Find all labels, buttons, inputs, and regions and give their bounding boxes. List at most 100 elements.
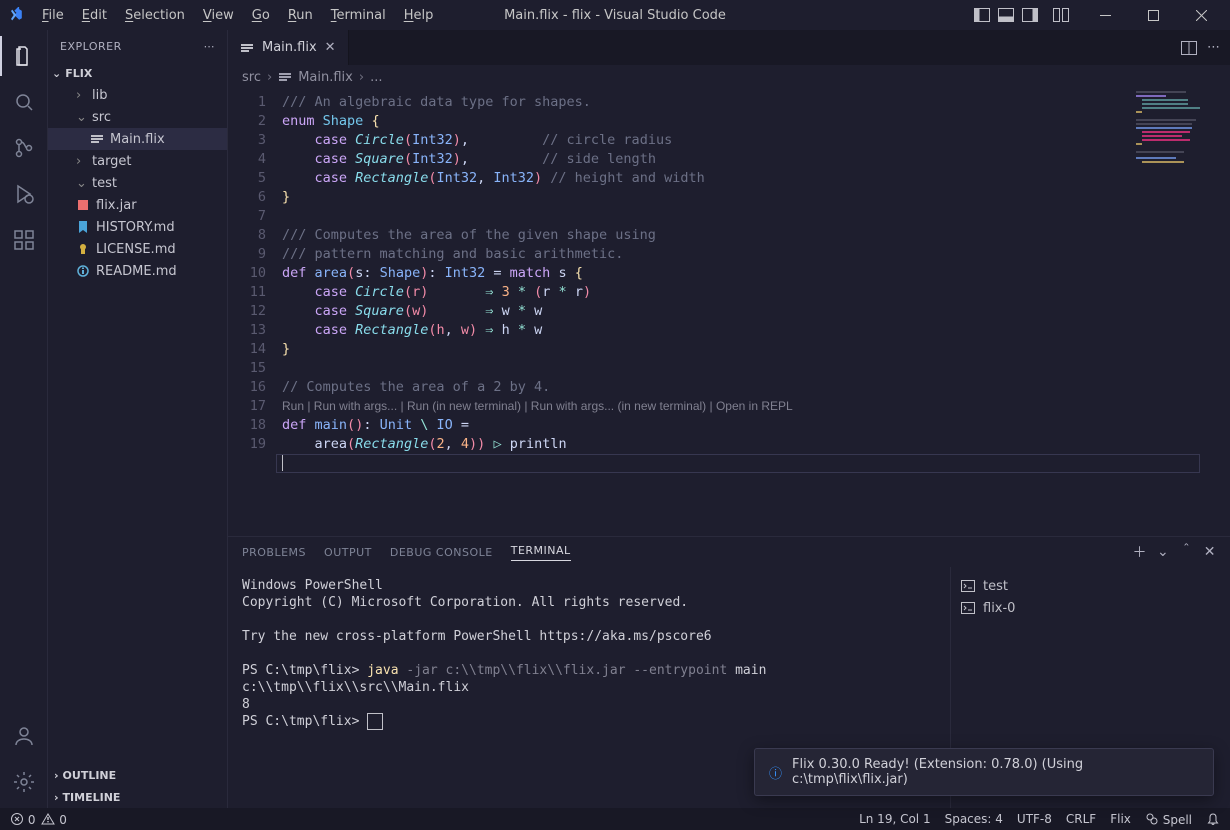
folder-lib[interactable]: ›lib [48, 84, 227, 106]
status-language[interactable]: Flix [1110, 812, 1131, 826]
folder-label: src [92, 110, 111, 125]
terminal-entry[interactable]: flix-0 [961, 597, 1220, 619]
panel-maximize-icon[interactable]: ＾ [1179, 542, 1194, 562]
editor-scrollbar[interactable] [1216, 89, 1230, 536]
activity-accounts-icon[interactable] [0, 716, 48, 756]
menu-bar: File Edit Selection View Go Run Terminal… [34, 4, 441, 27]
menu-help[interactable]: Help [396, 4, 442, 27]
file-label: HISTORY.md [96, 220, 175, 235]
status-spaces[interactable]: Spaces: 4 [945, 812, 1003, 826]
status-notifications-icon[interactable] [1206, 812, 1220, 826]
activity-scm-icon[interactable] [0, 128, 48, 168]
tab-label: Main.flix [262, 40, 317, 55]
breadcrumb[interactable]: src › Main.flix › ... [228, 65, 1230, 89]
file-readme-md[interactable]: README.md [48, 260, 227, 282]
flix-file-icon [240, 41, 254, 55]
menu-run[interactable]: Run [280, 4, 321, 27]
status-eol[interactable]: CRLF [1066, 812, 1096, 826]
terminal-split-dropdown-icon[interactable]: ⌄ [1157, 544, 1169, 560]
activity-explorer-icon[interactable] [0, 36, 48, 76]
explorer-sidebar: EXPLORER ⋯ ⌄FLIX ›lib ⌄src Main.flix ›ta… [48, 30, 228, 808]
bookmark-icon [76, 220, 90, 234]
activity-run-debug-icon[interactable] [0, 174, 48, 214]
explorer-more-icon[interactable]: ⋯ [204, 40, 216, 53]
activity-settings-icon[interactable] [0, 762, 48, 802]
breadcrumb-item[interactable]: src [242, 70, 261, 85]
menu-terminal[interactable]: Terminal [323, 4, 394, 27]
file-label: README.md [96, 264, 177, 279]
file-label: Main.flix [110, 132, 165, 147]
file-license-md[interactable]: LICENSE.md [48, 238, 227, 260]
explorer-root-label: FLIX [65, 67, 92, 80]
panel-close-icon[interactable]: ✕ [1204, 544, 1216, 560]
timeline-label: TIMELINE [63, 791, 121, 804]
status-spell-label: Spell [1163, 813, 1192, 827]
window-close-icon[interactable] [1180, 0, 1222, 30]
tab-main-flix[interactable]: Main.flix ✕ [228, 30, 349, 65]
activity-extensions-icon[interactable] [0, 220, 48, 260]
toggle-secondary-sidebar-icon[interactable] [1021, 7, 1039, 23]
status-warnings[interactable]: 0 [41, 812, 66, 827]
terminal-icon [961, 602, 975, 614]
file-main-flix[interactable]: Main.flix [48, 128, 227, 150]
activity-search-icon[interactable] [0, 82, 48, 122]
customize-layout-icon[interactable] [1052, 7, 1070, 23]
file-history-md[interactable]: HISTORY.md [48, 216, 227, 238]
window-minimize-icon[interactable] [1084, 0, 1126, 30]
chevron-right-icon: › [359, 70, 364, 85]
activity-bar [0, 30, 48, 808]
folder-label: target [92, 154, 132, 169]
breadcrumb-item[interactable]: ... [370, 70, 382, 85]
panel-tab-output[interactable]: OUTPUT [324, 546, 372, 559]
menu-view[interactable]: View [195, 4, 242, 27]
timeline-section[interactable]: ›TIMELINE [48, 786, 227, 808]
vscode-logo-icon [4, 7, 30, 23]
outline-section[interactable]: ›OUTLINE [48, 764, 227, 786]
explorer-title: EXPLORER [60, 40, 122, 53]
file-label: LICENSE.md [96, 242, 176, 257]
notification-toast[interactable]: ⓘ Flix 0.30.0 Ready! (Extension: 0.78.0)… [754, 748, 1214, 796]
status-bar: 0 0 Ln 19, Col 1 Spaces: 4 UTF-8 CRLF Fl… [0, 808, 1230, 830]
menu-go[interactable]: Go [244, 4, 278, 27]
panel-tab-debug[interactable]: DEBUG CONSOLE [390, 546, 493, 559]
editor-tabs: Main.flix ✕ ⋯ [228, 30, 1230, 65]
panel-tab-problems[interactable]: PROBLEMS [242, 546, 306, 559]
code-editor[interactable]: 12345678910111213141516171819 /// An alg… [228, 89, 1230, 536]
folder-label: test [92, 176, 117, 191]
file-label: flix.jar [96, 198, 137, 213]
terminal-entry[interactable]: test [961, 575, 1220, 597]
status-lncol[interactable]: Ln 19, Col 1 [859, 812, 931, 826]
info-icon: ⓘ [769, 763, 782, 782]
folder-src[interactable]: ⌄src [48, 106, 227, 128]
new-terminal-icon[interactable]: ＋ [1133, 542, 1148, 562]
panel-tab-terminal[interactable]: TERMINAL [511, 544, 571, 561]
window-maximize-icon[interactable] [1132, 0, 1174, 30]
menu-file[interactable]: File [34, 4, 72, 27]
status-spell[interactable]: Spell [1145, 812, 1192, 827]
toggle-panel-icon[interactable] [997, 7, 1015, 23]
line-gutter: 12345678910111213141516171819 [228, 89, 276, 536]
breadcrumb-item[interactable]: Main.flix [298, 70, 353, 85]
folder-test[interactable]: ⌄test [48, 172, 227, 194]
flix-file-icon [278, 70, 292, 84]
menu-selection[interactable]: Selection [117, 4, 193, 27]
jar-file-icon [76, 198, 90, 212]
notification-message: Flix 0.30.0 Ready! (Extension: 0.78.0) (… [792, 757, 1199, 787]
folder-label: lib [92, 88, 107, 103]
info-file-icon [76, 264, 90, 278]
flix-file-icon [90, 132, 104, 146]
code-content[interactable]: /// An algebraic data type for shapes. e… [276, 89, 1230, 536]
file-flix-jar[interactable]: flix.jar [48, 194, 227, 216]
split-editor-icon[interactable] [1181, 41, 1197, 55]
folder-target[interactable]: ›target [48, 150, 227, 172]
explorer-root[interactable]: ⌄FLIX [48, 62, 227, 84]
tab-close-icon[interactable]: ✕ [325, 40, 336, 55]
status-errors[interactable]: 0 [10, 812, 35, 827]
menu-edit[interactable]: Edit [74, 4, 115, 27]
editor-more-icon[interactable]: ⋯ [1207, 40, 1220, 55]
terminal-icon [961, 580, 975, 592]
toggle-primary-sidebar-icon[interactable] [973, 7, 991, 23]
outline-label: OUTLINE [63, 769, 117, 782]
status-encoding[interactable]: UTF-8 [1017, 812, 1052, 826]
minimap[interactable] [1136, 89, 1216, 209]
